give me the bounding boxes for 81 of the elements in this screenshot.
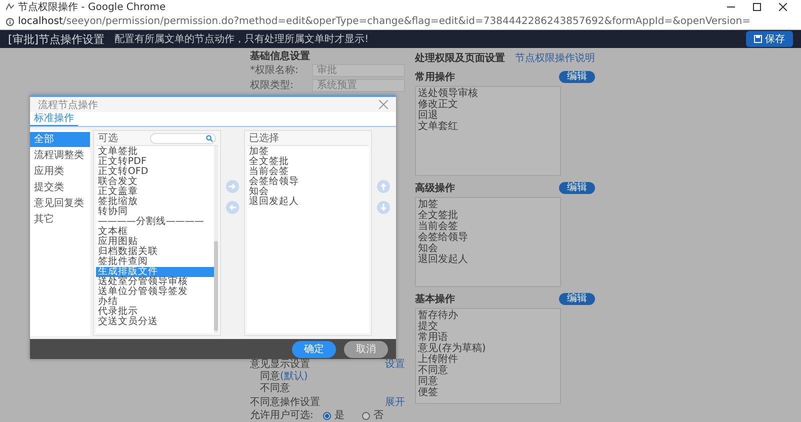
- list-item[interactable]: 文单签批: [96, 147, 214, 157]
- radio-label: 是: [334, 410, 344, 421]
- list-item[interactable]: 送处室分管领导审核: [96, 277, 214, 287]
- list-item[interactable]: 知会: [246, 187, 369, 197]
- list-item[interactable]: 签批缩放: [96, 197, 214, 207]
- operation-item: 同意: [418, 376, 439, 387]
- section-title: 基础信息设置: [250, 51, 311, 62]
- operation-item: 全文签批: [418, 210, 459, 221]
- list-item[interactable]: 正文盖章: [96, 187, 214, 197]
- operation-item: 送处领导审核: [418, 88, 479, 99]
- list-item[interactable]: 正文转OFD: [96, 167, 214, 177]
- maximize-icon[interactable]: [753, 3, 761, 11]
- field-label: 权限类型:: [250, 80, 294, 91]
- category-item[interactable]: 提交类: [30, 180, 90, 195]
- operation-item: 提交: [418, 321, 439, 332]
- operation-item: 会签给领导: [418, 232, 469, 243]
- field-label: *权限名称:: [250, 65, 300, 76]
- list-item[interactable]: 转协同: [96, 207, 214, 217]
- operation-item: 不同意: [418, 365, 449, 376]
- list-item[interactable]: 全文签批: [246, 157, 369, 167]
- operation-item: 便签: [418, 387, 439, 398]
- operation-item: 回退: [418, 110, 438, 121]
- list-item[interactable]: 代录批示: [96, 307, 214, 317]
- panel-title: 已选择: [248, 132, 279, 145]
- setting-label: 不同意操作设置: [250, 397, 320, 408]
- category-item[interactable]: 流程调整类: [30, 148, 90, 163]
- operation-item: 上传附件: [418, 354, 459, 365]
- app-icon: [6, 3, 14, 11]
- operation-item: 意见(存为草稿): [418, 343, 487, 354]
- category-item[interactable]: 其它: [30, 212, 90, 227]
- page-hint: 配置有所属文单的节点动作，只有处理所属文单时才显示!: [114, 32, 370, 46]
- search-icon[interactable]: [206, 134, 213, 142]
- category-item[interactable]: 应用类: [30, 164, 90, 179]
- radio-button[interactable]: [323, 412, 332, 420]
- opinion-option: 同意(默认): [250, 371, 405, 382]
- operation-item: 加签: [418, 199, 438, 210]
- page-title: [审批]节点操作设置: [8, 32, 105, 46]
- list-item[interactable]: 联合发文: [96, 177, 214, 187]
- operation-item: 文单套红: [418, 121, 459, 132]
- list-item[interactable]: 加签: [246, 147, 369, 157]
- save-icon: [754, 35, 762, 43]
- list-item[interactable]: 签批件查阅: [96, 257, 214, 267]
- operation-item: 暂存待办: [418, 310, 459, 321]
- list-item[interactable]: 应用图贴: [96, 237, 214, 247]
- list-item[interactable]: ————分割线————: [96, 217, 214, 227]
- category-item[interactable]: 意见回复类: [30, 196, 90, 211]
- edit-button[interactable]: 编辑: [559, 71, 595, 83]
- tab[interactable]: 标准操作: [30, 112, 78, 126]
- info-icon[interactable]: [6, 18, 14, 26]
- radio-button[interactable]: [362, 412, 370, 420]
- list-item[interactable]: 送单位分管领导签发: [96, 287, 214, 297]
- list-item[interactable]: 退回发起人: [246, 197, 369, 207]
- group-title: 常用操作: [415, 70, 455, 84]
- list-item[interactable]: 交送文员分送: [96, 317, 214, 327]
- edit-button[interactable]: 编辑: [559, 182, 595, 194]
- close-icon[interactable]: [779, 3, 787, 11]
- panel-title: 可选: [98, 132, 118, 145]
- option-label: 允许用户可选:: [250, 410, 314, 421]
- setting-label: 意见显示设置: [250, 359, 310, 370]
- edit-button[interactable]: 编辑: [559, 293, 595, 305]
- section-title: 处理权限及页面设置: [415, 52, 505, 65]
- list-item[interactable]: 办结: [96, 297, 214, 307]
- list-item[interactable]: 文本框: [96, 227, 214, 237]
- list-item[interactable]: 归档数据关联: [96, 247, 214, 257]
- group-title: 高级操作: [415, 181, 455, 195]
- radio-label: 否: [373, 410, 384, 421]
- list-item[interactable]: 正文转PDF: [96, 157, 214, 167]
- scrollbar-thumb[interactable]: [214, 241, 218, 331]
- group-title: 基本操作: [415, 292, 455, 306]
- operation-item: 修改正文: [418, 99, 459, 110]
- dialog-title: 流程节点操作: [38, 98, 98, 112]
- search-field[interactable]: [150, 132, 216, 144]
- operation-item: 常用语: [418, 332, 449, 343]
- window-title: 节点权限操作 - Google Chrome: [18, 0, 167, 14]
- opinion-option: 不同意: [250, 383, 405, 394]
- operation-item: 退回发起人: [418, 254, 469, 265]
- list-item[interactable]: 当前会签: [246, 167, 369, 177]
- operation-item: 知会: [418, 243, 439, 254]
- list-item[interactable]: 会签给领导: [246, 177, 369, 187]
- save-button[interactable]: 保存: [746, 31, 793, 47]
- operation-item: 当前会签: [418, 221, 459, 232]
